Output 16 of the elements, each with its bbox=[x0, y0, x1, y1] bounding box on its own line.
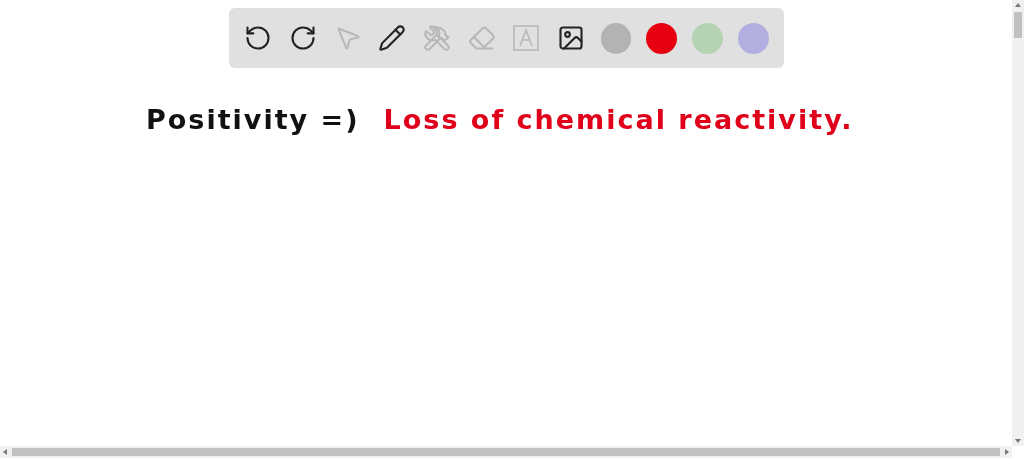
redo-icon bbox=[289, 24, 317, 52]
pencil-icon bbox=[378, 24, 407, 52]
color-swatch[interactable] bbox=[646, 22, 678, 54]
image-icon bbox=[556, 24, 585, 52]
color-swatch[interactable] bbox=[600, 22, 632, 54]
vertical-scrollbar[interactable] bbox=[1012, 0, 1024, 446]
eraser-icon bbox=[467, 24, 496, 52]
handwritten-text: Positivity =) bbox=[146, 103, 360, 137]
handwritten-text: Loss of chemical reactivity. bbox=[383, 103, 854, 137]
color-swatch[interactable] bbox=[692, 22, 723, 54]
text-box-icon bbox=[512, 24, 541, 52]
hammer-wrench-icon bbox=[422, 24, 451, 52]
scrollbar-thumb[interactable] bbox=[12, 448, 1000, 456]
horizontal-scrollbar[interactable] bbox=[0, 446, 1012, 458]
color-swatch[interactable] bbox=[737, 22, 769, 54]
scrollbar-thumb[interactable] bbox=[1014, 12, 1022, 38]
